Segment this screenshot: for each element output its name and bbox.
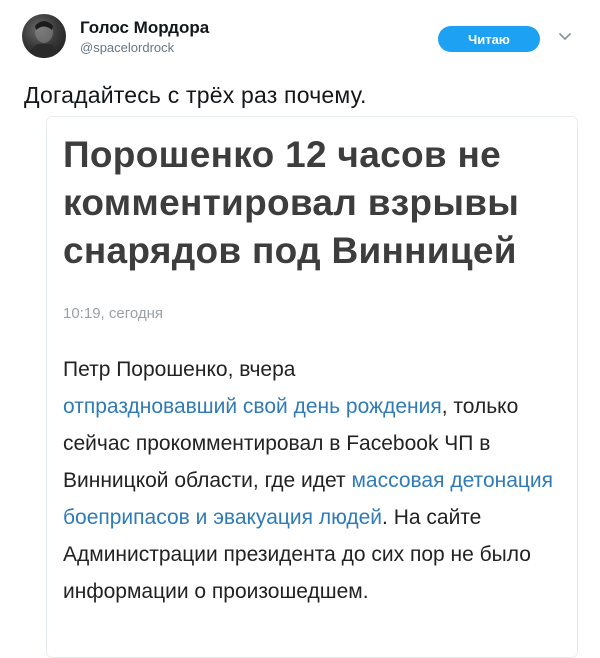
article-headline: Порошенко 12 часов не комментировал взры… (63, 134, 520, 271)
avatar-portrait-icon (28, 21, 60, 58)
avatar[interactable] (22, 14, 66, 58)
article-card[interactable]: Порошенко 12 часов не комментировал взры… (46, 116, 578, 658)
birthday-link[interactable]: отпраздновавший свой день рождения (63, 395, 442, 418)
article-body: Петр Порошенко, вчера отпраздновавший св… (63, 351, 577, 610)
tweet-text: Догадайтесь с трёх раз почему. (24, 82, 367, 108)
display-name[interactable]: Голос Мордора (80, 18, 209, 38)
following-button[interactable]: Читаю (438, 26, 540, 52)
user-handle[interactable]: @spacelordrock (80, 40, 174, 55)
chevron-down-icon[interactable] (556, 28, 574, 46)
article-timestamp: 10:19, сегодня (63, 305, 164, 322)
article-text: Петр Порошенко, вчера (63, 358, 296, 381)
